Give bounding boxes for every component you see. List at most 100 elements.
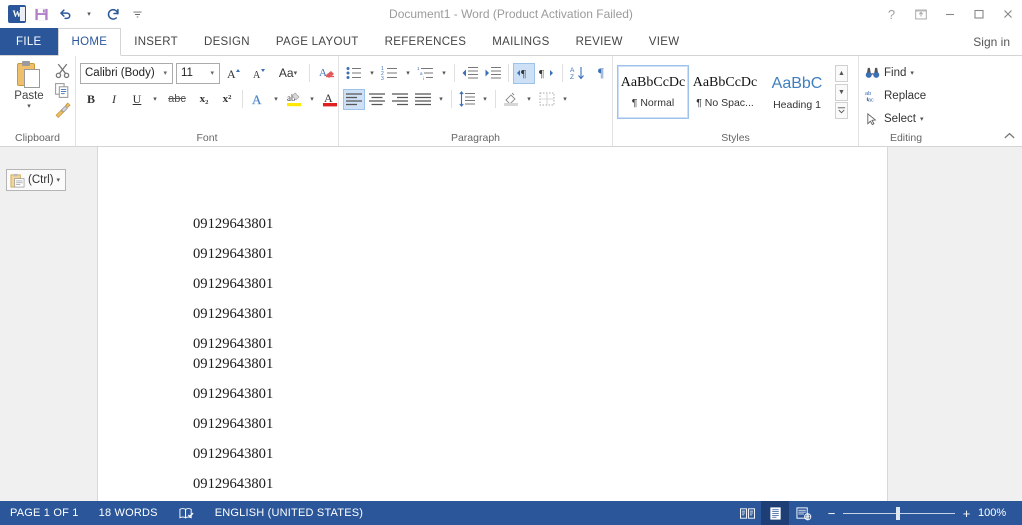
- tab-design[interactable]: DESIGN: [191, 28, 263, 55]
- word-count[interactable]: 18 WORDS: [89, 507, 168, 519]
- styles-more-icon[interactable]: [835, 102, 848, 119]
- underline-button[interactable]: U: [126, 89, 148, 110]
- numbering-dropdown-icon[interactable]: ▾: [402, 63, 414, 84]
- customize-quick-access-toolbar-icon[interactable]: [126, 3, 148, 25]
- page-indicator[interactable]: PAGE 1 OF 1: [0, 507, 89, 519]
- undo-dropdown-icon[interactable]: ▾: [78, 3, 100, 25]
- style-no-spacing[interactable]: AaBbCcDc ¶ No Spac...: [689, 65, 761, 119]
- font-name-dropdown-icon[interactable]: ▾: [160, 69, 170, 77]
- paste-options-dropdown-icon[interactable]: ▾: [57, 176, 61, 184]
- font-size-dropdown-icon[interactable]: ▾: [207, 69, 217, 77]
- justify-button[interactable]: [412, 89, 434, 110]
- find-button[interactable]: Find ▾: [863, 61, 914, 84]
- paste-dropdown-icon[interactable]: ▾: [27, 102, 31, 110]
- document-page[interactable]: 09129643801 09129643801 09129643801 0912…: [97, 147, 888, 501]
- zoom-level[interactable]: 100%: [978, 507, 1012, 519]
- find-dropdown-icon[interactable]: ▾: [910, 69, 914, 77]
- clear-formatting-button[interactable]: A: [316, 63, 338, 84]
- italic-button[interactable]: I: [103, 89, 125, 110]
- styles-scroll-down-icon[interactable]: ▼: [835, 84, 848, 101]
- decrease-indent-button[interactable]: [459, 63, 481, 84]
- help-icon[interactable]: ?: [877, 3, 906, 25]
- borders-dropdown-icon[interactable]: ▾: [559, 89, 571, 110]
- tab-references[interactable]: REFERENCES: [372, 28, 480, 55]
- multilevel-dropdown-icon[interactable]: ▾: [438, 63, 450, 84]
- minimize-button[interactable]: [935, 3, 964, 25]
- left-to-right-text-direction-button[interactable]: ¶: [513, 63, 535, 84]
- format-painter-button[interactable]: [54, 102, 71, 119]
- highlight-dropdown-icon[interactable]: ▾: [306, 89, 318, 110]
- line-spacing-button[interactable]: [456, 89, 478, 110]
- select-button[interactable]: Select ▾: [863, 107, 923, 130]
- zoom-out-button[interactable]: −: [827, 506, 836, 521]
- tab-insert[interactable]: INSERT: [121, 28, 191, 55]
- tab-page-layout[interactable]: PAGE LAYOUT: [263, 28, 372, 55]
- style-normal[interactable]: AaBbCcDc ¶ Normal: [617, 65, 689, 119]
- undo-icon[interactable]: [54, 3, 76, 25]
- tab-review[interactable]: REVIEW: [563, 28, 636, 55]
- bold-button[interactable]: B: [80, 89, 102, 110]
- font-size-combobox[interactable]: 11 ▾: [176, 63, 220, 84]
- right-to-left-text-direction-button[interactable]: ¶: [536, 63, 558, 84]
- sort-button[interactable]: AZ: [567, 63, 589, 84]
- paste-button[interactable]: Paste ▾: [4, 59, 54, 110]
- shrink-font-button[interactable]: A: [248, 63, 270, 84]
- increase-indent-button[interactable]: [482, 63, 504, 84]
- print-layout-icon[interactable]: [761, 501, 789, 525]
- change-case-dropdown-icon[interactable]: ▾: [294, 69, 298, 77]
- text-effects-button[interactable]: A: [247, 89, 269, 110]
- font-color-button[interactable]: A: [319, 89, 341, 110]
- styles-scroll-up-icon[interactable]: ▲: [835, 65, 848, 82]
- replace-button[interactable]: ab ac Replace: [863, 84, 926, 107]
- cut-button[interactable]: [54, 62, 71, 79]
- document-area[interactable]: 09129643801 09129643801 09129643801 0912…: [0, 147, 1022, 501]
- strikethrough-button[interactable]: abc: [162, 89, 192, 110]
- align-center-button[interactable]: [366, 89, 388, 110]
- ribbon-display-options-icon[interactable]: [906, 3, 935, 25]
- align-left-button[interactable]: [343, 89, 365, 110]
- zoom-slider[interactable]: [843, 513, 955, 514]
- borders-button[interactable]: [536, 89, 558, 110]
- tab-view[interactable]: VIEW: [636, 28, 693, 55]
- sign-in-link[interactable]: Sign in: [973, 28, 1022, 55]
- select-dropdown-icon[interactable]: ▾: [920, 115, 924, 123]
- bullets-dropdown-icon[interactable]: ▾: [366, 63, 378, 84]
- bullets-button[interactable]: [343, 63, 365, 84]
- style-heading-1[interactable]: AaBbC Heading 1: [761, 65, 833, 119]
- paste-options-button[interactable]: (Ctrl) ▾: [6, 169, 66, 191]
- read-mode-icon[interactable]: [733, 501, 761, 525]
- document-line: 09129643801: [193, 304, 273, 324]
- proofing-errors-icon[interactable]: [168, 506, 205, 521]
- shading-button[interactable]: [500, 89, 522, 110]
- tab-mailings[interactable]: MAILINGS: [479, 28, 562, 55]
- redo-icon[interactable]: [102, 3, 124, 25]
- document-text-body[interactable]: 09129643801 09129643801 09129643801 0912…: [193, 214, 273, 501]
- align-right-button[interactable]: [389, 89, 411, 110]
- font-name-combobox[interactable]: Calibri (Body) ▾: [80, 63, 173, 84]
- grow-font-button[interactable]: A: [223, 63, 245, 84]
- line-spacing-dropdown-icon[interactable]: ▾: [479, 89, 491, 110]
- show-formatting-marks-button[interactable]: ¶: [590, 63, 612, 84]
- multilevel-list-button[interactable]: 1ai: [415, 63, 437, 84]
- text-highlight-color-button[interactable]: ab: [283, 89, 305, 110]
- change-case-button[interactable]: Aa ▾: [273, 63, 303, 84]
- text-effects-dropdown-icon[interactable]: ▾: [270, 89, 282, 110]
- numbering-button[interactable]: 123: [379, 63, 401, 84]
- close-button[interactable]: [993, 3, 1022, 25]
- shading-dropdown-icon[interactable]: ▾: [523, 89, 535, 110]
- maximize-button[interactable]: [964, 3, 993, 25]
- tab-home[interactable]: HOME: [58, 28, 122, 56]
- save-icon[interactable]: [30, 3, 52, 25]
- zoom-slider-thumb[interactable]: [896, 507, 900, 520]
- superscript-button[interactable]: x²: [216, 89, 238, 110]
- justify-dropdown-icon[interactable]: ▾: [435, 89, 447, 110]
- zoom-in-button[interactable]: +: [962, 506, 971, 521]
- tab-file[interactable]: FILE: [0, 28, 58, 55]
- language-indicator[interactable]: ENGLISH (UNITED STATES): [205, 507, 373, 519]
- subscript-button[interactable]: x₂: [193, 89, 215, 110]
- collapse-ribbon-button[interactable]: [1003, 131, 1016, 144]
- word-logo-icon[interactable]: W: [6, 3, 28, 25]
- copy-button[interactable]: [54, 82, 71, 99]
- web-layout-icon[interactable]: [789, 501, 817, 525]
- underline-dropdown-icon[interactable]: ▾: [149, 89, 161, 110]
